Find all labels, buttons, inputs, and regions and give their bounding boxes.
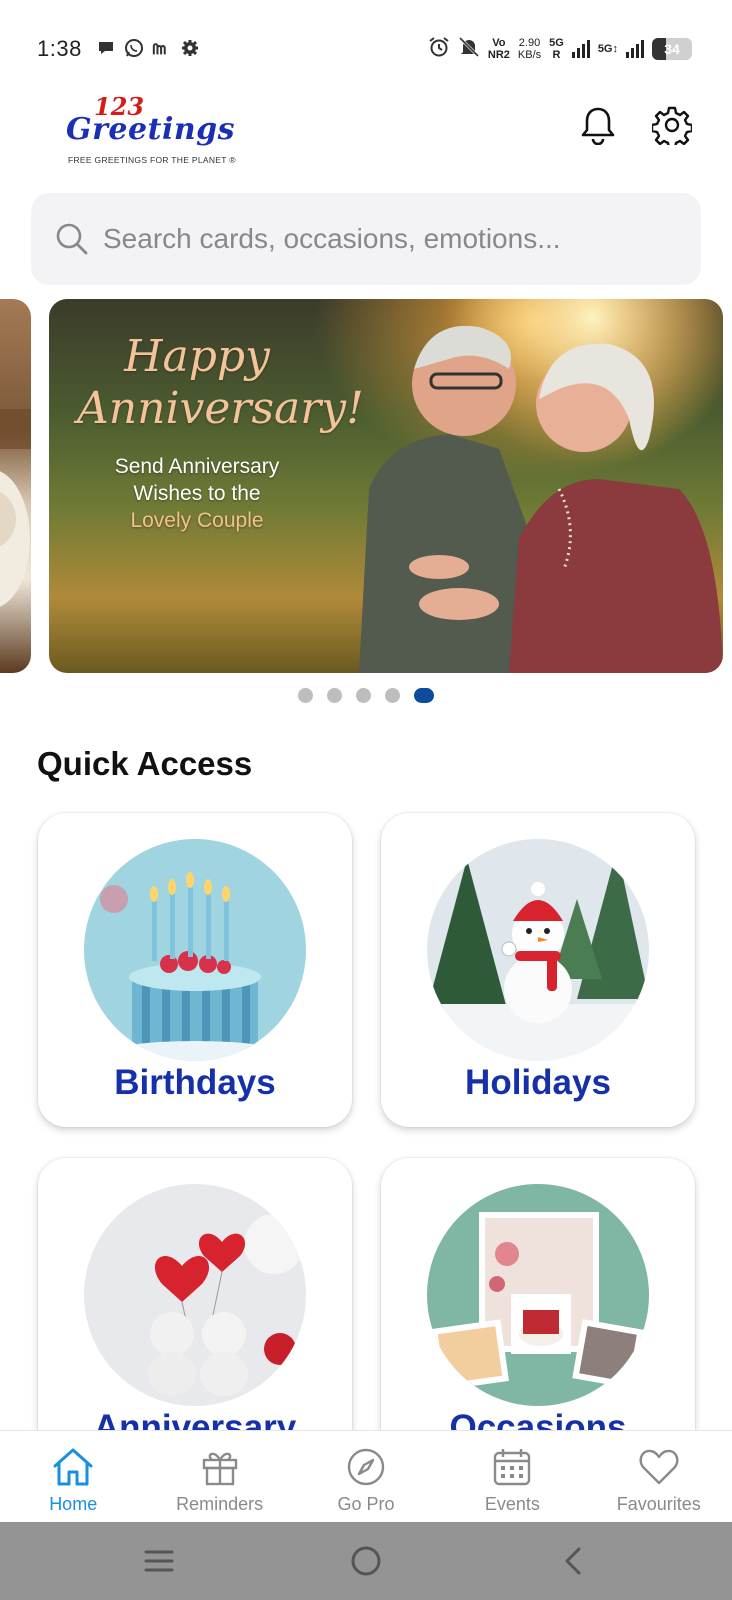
carousel-indicator [0,688,732,703]
app-header: 123 Greetings FREE GREETINGS FOR THE PLA… [0,86,732,176]
nav-label: Go Pro [337,1494,395,1514]
carousel-dot[interactable] [298,688,313,703]
heart-icon [637,1445,681,1489]
gift-icon [198,1445,242,1489]
signal-bars-icon [571,39,590,58]
home-icon [51,1445,95,1489]
banner-text: Happy Anniversary! Send Anniversary Wish… [77,331,364,534]
status-time: 1:38 [37,36,82,61]
settings-button[interactable] [649,102,695,148]
gear-icon [652,106,692,145]
network-label: Vo NR2 [487,36,510,61]
quick-access-anniversary[interactable]: Anniversary [38,1158,352,1472]
status-notification-icons [96,38,200,58]
calendar-icon [490,1445,534,1489]
network-speed: 2.90 KB/s [517,36,542,61]
previous-slide[interactable] [0,299,31,673]
status-system-icons: Vo NR2 2.90 KB/s 5G R 5G↕ 34 [428,36,692,61]
m-app-icon [152,38,172,58]
status-bar: 1:38 Vo NR2 2.90 KB/s 5G R 5G↕ 34 [0,0,732,80]
circle-home-icon [351,1546,381,1576]
whatsapp-icon [124,38,144,58]
nav-go-pro[interactable]: Go Pro [293,1431,439,1523]
bell-icon [581,107,615,145]
menu-icon [144,1550,174,1572]
nav-events[interactable]: Events [439,1431,585,1523]
quick-access-title: Quick Access [37,745,253,782]
signal-5g-2-label: 5G↕ [597,42,618,55]
couple-illustration [349,299,723,673]
settings-small-icon [180,38,200,58]
carousel-dot[interactable] [356,688,371,703]
compass-icon [344,1445,388,1489]
quick-access-holidays[interactable]: Holidays [381,813,695,1127]
snowman-image [427,839,649,1061]
nav-label: Favourites [616,1494,701,1514]
quick-access-label: Holidays [465,1063,611,1102]
chat-bubble-icon [96,38,116,58]
banner-title: Happy Anniversary! [77,331,364,434]
occasion-cards-image [427,1184,649,1406]
carousel-dot[interactable] [327,688,342,703]
alarm-icon [428,36,450,61]
battery-icon: 34 [652,37,692,60]
recent-apps-button[interactable] [136,1538,182,1584]
quick-access-birthdays[interactable]: Birthdays [38,813,352,1127]
logo-tagline: FREE GREETINGS FOR THE PLANET ® [68,155,236,165]
nav-reminders[interactable]: Reminders [146,1431,292,1523]
birthday-cake-image [84,839,306,1061]
banner-subtitle: Send Anniversary Wishes to the Lovely Co… [114,455,280,532]
search-input[interactable] [103,223,663,255]
quick-access-occasions[interactable]: Occasions [381,1158,695,1472]
search-bar[interactable] [31,193,701,285]
quick-access-label: Birthdays [114,1063,276,1102]
banner-carousel[interactable]: Happy Anniversary! Send Anniversary Wish… [0,299,732,673]
back-chevron-icon [565,1547,581,1575]
bottom-navigation: Home Reminders Go Pro Events Favourites [0,1430,732,1522]
nav-label: Reminders [176,1494,264,1514]
back-system-button[interactable] [550,1538,596,1584]
bears-balloons-image [84,1184,306,1406]
battery-level: 34 [664,40,680,57]
nav-favourites[interactable]: Favourites [586,1431,732,1523]
nav-home[interactable]: Home [0,1431,146,1523]
carousel-dot-active[interactable] [414,688,434,703]
banner-slide-anniversary[interactable]: Happy Anniversary! Send Anniversary Wish… [49,299,723,673]
home-system-button[interactable] [343,1538,389,1584]
nav-label: Home [49,1494,98,1514]
logo-word: Greetings [66,112,236,147]
search-icon [53,220,91,258]
system-navigation-bar [0,1522,732,1600]
notifications-button[interactable] [575,102,621,148]
nav-label: Events [484,1494,540,1514]
signal-5g-1-label: 5G R [549,36,564,61]
app-logo[interactable]: 123 Greetings FREE GREETINGS FOR THE PLA… [66,92,246,172]
carousel-dot[interactable] [385,688,400,703]
mute-bell-icon [458,36,480,61]
signal-bars-2-icon [626,39,644,58]
